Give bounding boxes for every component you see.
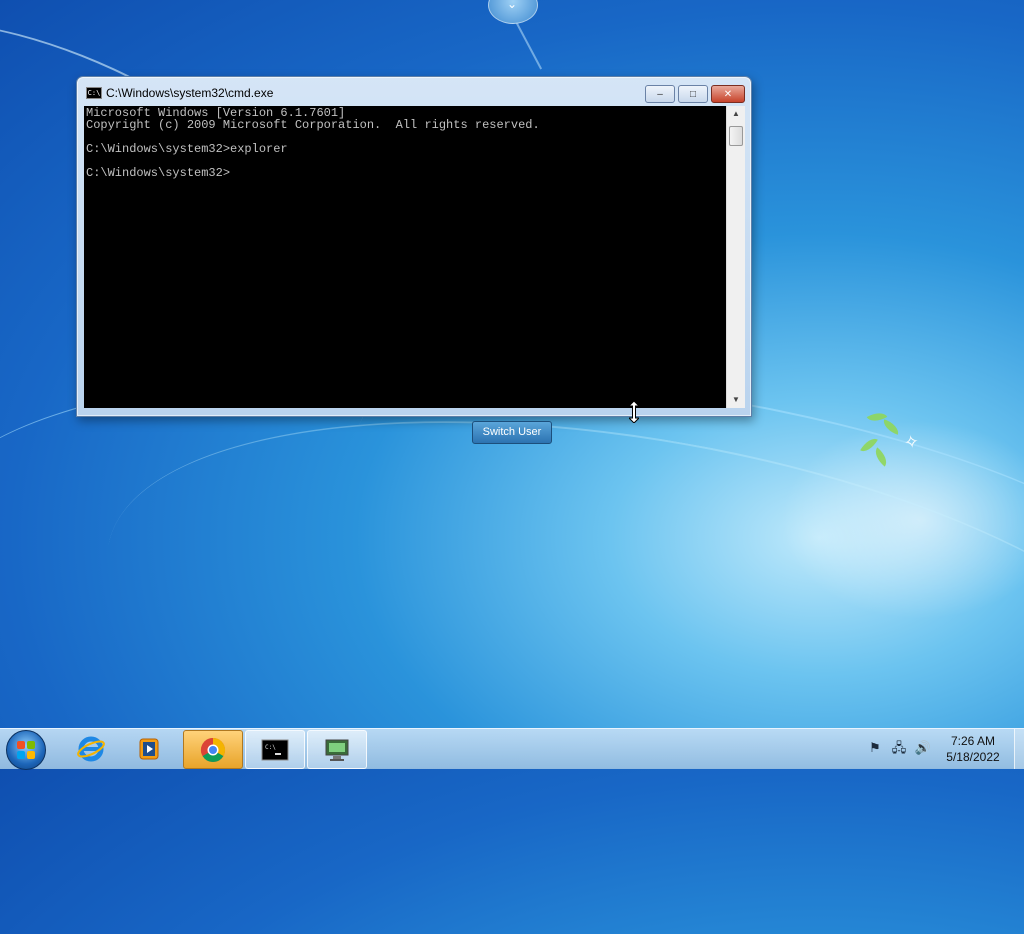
taskbar-media-player-button[interactable] — [121, 730, 179, 767]
close-button[interactable]: ✕ — [711, 85, 745, 103]
taskbar-chrome-button[interactable] — [183, 730, 243, 769]
cmd-window[interactable]: C:\ C:\Windows\system32\cmd.exe – □ ✕ Mi… — [76, 76, 752, 417]
svg-text:C:\: C:\ — [265, 744, 276, 751]
maximize-button[interactable]: □ — [678, 85, 708, 103]
scroll-up-arrow-icon[interactable]: ▲ — [727, 106, 745, 122]
console-line: C:\Windows\system32> — [86, 166, 231, 180]
minimize-button[interactable]: – — [645, 85, 675, 103]
scroll-thumb[interactable] — [729, 126, 743, 146]
resize-cursor-icon — [629, 401, 639, 423]
taskbar-cmd-button[interactable]: C:\ — [245, 730, 305, 769]
taskbar: C:\ ⚑ 🖧 🔊 7:26 AM 5/18/2022 — [0, 728, 1024, 770]
taskbar-remote-button[interactable] — [307, 730, 367, 769]
console-output[interactable]: Microsoft Windows [Version 6.1.7601] Cop… — [84, 106, 726, 408]
clock-time: 7:26 AM — [950, 734, 996, 748]
windows-logo-icon — [17, 741, 35, 759]
ie-icon — [77, 736, 105, 762]
vertical-scrollbar[interactable]: ▲ ▼ — [726, 106, 745, 408]
volume-icon[interactable]: 🔊 — [914, 739, 932, 757]
taskbar-ie-button[interactable] — [62, 730, 120, 767]
network-icon[interactable]: 🖧 — [890, 739, 908, 757]
cmd-icon: C:\ — [261, 739, 289, 761]
start-button[interactable] — [6, 730, 46, 770]
console-line: C:\Windows\system32>explorer — [86, 142, 288, 156]
clock[interactable]: 7:26 AM 5/18/2022 — [936, 733, 1010, 765]
top-pull-tab[interactable]: ⌄ — [488, 0, 538, 24]
show-desktop-button[interactable] — [1014, 729, 1024, 769]
flag-alert-icon[interactable]: ⚑ — [866, 739, 884, 757]
console-line: Copyright (c) 2009 Microsoft Corporation… — [86, 118, 540, 132]
title-bar[interactable]: C:\ C:\Windows\system32\cmd.exe – □ ✕ — [77, 77, 751, 107]
chrome-icon — [200, 738, 226, 763]
chevron-down-icon: ⌄ — [507, 0, 518, 11]
computer-icon — [325, 739, 349, 761]
switch-user-button[interactable]: Switch User — [472, 421, 552, 444]
window-title: C:\Windows\system32\cmd.exe — [106, 86, 274, 100]
media-player-icon — [139, 738, 159, 760]
cmd-icon: C:\ — [86, 87, 102, 99]
scroll-down-arrow-icon[interactable]: ▼ — [727, 392, 745, 408]
clock-date: 5/18/2022 — [946, 750, 1000, 764]
